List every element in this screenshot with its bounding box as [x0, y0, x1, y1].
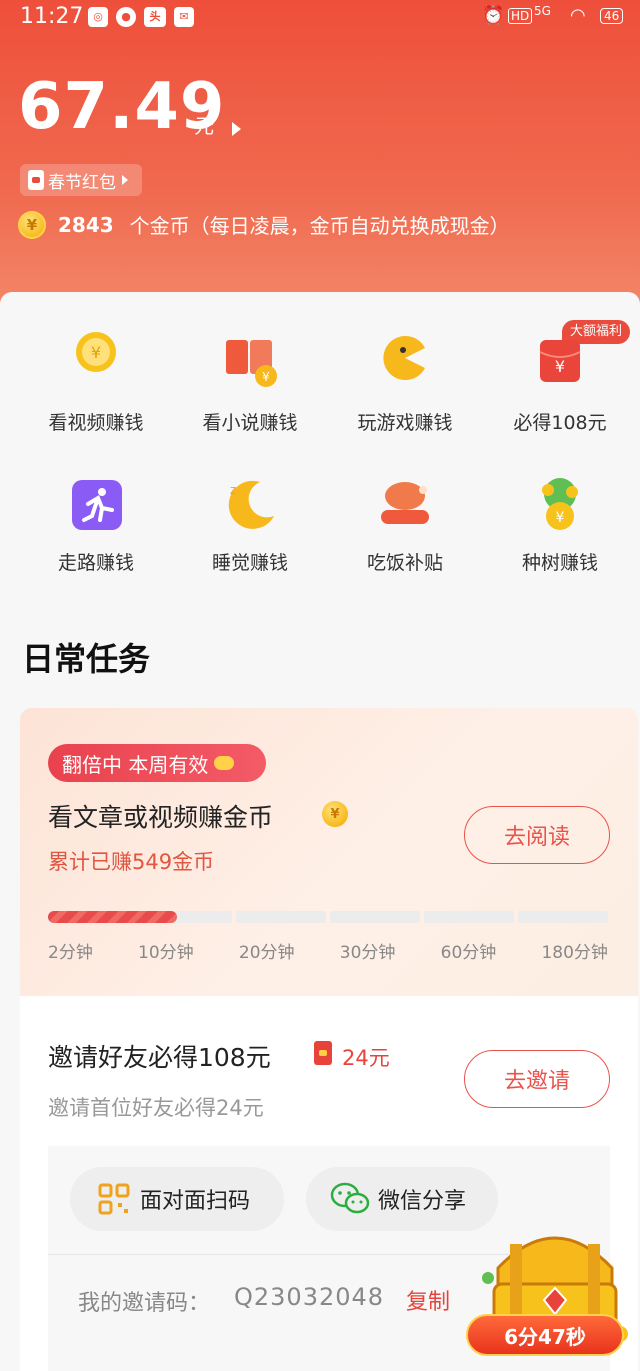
spring-festival-pill[interactable]: 春节红包 [20, 164, 142, 196]
qr-code-icon [98, 1183, 130, 1215]
wallet-header [0, 0, 640, 320]
svg-text:¥: ¥ [555, 357, 565, 376]
red-envelope-icon: ¥ [539, 340, 581, 382]
invite-sub: 邀请首位好友必得24元 [48, 1096, 264, 1120]
task-earned: 累计已赚549金币 [48, 850, 215, 874]
wifi-icon: ◠ [570, 5, 586, 26]
tick-label: 2分钟 [48, 943, 93, 963]
grid-item-walk[interactable]: 走路赚钱 [16, 476, 176, 596]
svg-text:z: z [230, 483, 236, 497]
invite-button[interactable]: 去邀请 [464, 1050, 610, 1108]
hd-icon: HD [508, 8, 533, 24]
grid-label: 看小说赚钱 [202, 412, 298, 434]
run-icon [72, 480, 122, 530]
grid-item-meal[interactable]: 吃饭补贴 [325, 476, 485, 596]
coin-tree-icon: ¥ [542, 478, 578, 530]
mail-app-icon: ✉ [174, 7, 194, 27]
grid-item-video[interactable]: ¥ 看视频赚钱 [16, 330, 176, 450]
red-envelope-icon [314, 1041, 332, 1065]
coin-icon [214, 756, 235, 770]
tick-label: 30分钟 [339, 943, 396, 963]
grid-item-108[interactable]: ¥ 必得108元 [480, 330, 640, 450]
read-button[interactable]: 去阅读 [464, 806, 610, 864]
invite-code-value: Q23032048 [234, 1283, 385, 1311]
spring-pill-label: 春节红包 [48, 172, 116, 193]
moon-icon: z [228, 480, 274, 529]
grid-label: 睡觉赚钱 [211, 552, 288, 574]
tick-label: 180分钟 [541, 943, 608, 963]
status-bar: 11:27 ◎ ● 头 ✉ ⏰ HD 5G ◠ 46 [0, 0, 640, 36]
grid-item-novel[interactable]: ¥ 看小说赚钱 [170, 330, 330, 450]
grid-label: 吃饭补贴 [366, 552, 443, 574]
balance-arrow-icon[interactable] [232, 122, 241, 136]
battery-icon: 46 [600, 8, 624, 24]
copy-button[interactable]: 复制 [406, 1284, 450, 1316]
balance-unit: 元 [194, 114, 214, 138]
status-time: 11:27 [20, 4, 84, 29]
chicken-icon [381, 482, 429, 524]
alarm-icon: ⏰ [482, 5, 505, 26]
progress-segment [236, 911, 326, 923]
app-notification-icon: ◎ [88, 7, 108, 27]
network-label: 5G [534, 4, 551, 18]
coin-count: 2843 [58, 212, 114, 237]
coin-description: 个金币（每日凌晨，金币自动兑换成现金） [129, 214, 510, 238]
tick-label: 20分钟 [238, 943, 295, 963]
message-icon: ● [116, 7, 136, 27]
caret-right-icon [122, 175, 128, 185]
progress-ticks: 2分钟 10分钟 20分钟 30分钟 60分钟 180分钟 [48, 938, 608, 963]
page: 11:27 ◎ ● 头 ✉ ⏰ HD 5G ◠ 46 67.49 元 春节红包 … [0, 0, 640, 1371]
grid-label: 玩游戏赚钱 [357, 412, 453, 434]
tick-label: 60分钟 [440, 943, 497, 963]
invite-title: 邀请好友必得108元 [48, 1043, 271, 1072]
pacman-icon [383, 336, 425, 380]
grid-item-game[interactable]: 玩游戏赚钱 [325, 330, 485, 450]
double-pill: 翻倍中 本周有效 [48, 744, 266, 782]
progress-segment [518, 911, 608, 923]
book-icon: ¥ [226, 340, 277, 387]
scan-label: 面对面扫码 [140, 1189, 251, 1214]
wechat-icon [330, 1182, 370, 1214]
invite-amount: 24元 [342, 1046, 390, 1070]
grid-item-sleep[interactable]: z 睡觉赚钱 [170, 476, 330, 596]
grid-label: 走路赚钱 [57, 552, 134, 574]
double-pill-label: 翻倍中 本周有效 [62, 752, 209, 777]
invite-code-label: 我的邀请码： [78, 1291, 211, 1316]
progress-segment [424, 911, 514, 923]
progress-segment [330, 911, 420, 923]
red-envelope-icon [28, 170, 44, 190]
coin-icon: ¥ [18, 210, 46, 239]
coin-row: ¥ 2843 个金币（每日凌晨，金币自动兑换成现金） [18, 210, 510, 239]
svg-text:¥: ¥ [262, 370, 270, 384]
face-to-face-scan-button[interactable]: 面对面扫码 [70, 1167, 284, 1231]
svg-text:¥: ¥ [556, 510, 565, 526]
news-app-icon: 头 [144, 7, 166, 27]
progress-fill [48, 911, 177, 923]
coin-icon: ¥ [322, 801, 348, 827]
task-title: 看文章或视频赚金币 [48, 803, 274, 832]
grid-label: 看视频赚钱 [48, 412, 144, 434]
svg-text:¥: ¥ [91, 343, 101, 362]
grid-label: 必得108元 [513, 412, 607, 434]
grid-label: 种树赚钱 [521, 552, 598, 574]
coin-video-icon: ¥ [76, 332, 116, 372]
chest-timer[interactable]: 6分47秒 [466, 1314, 624, 1356]
divider [48, 1254, 528, 1255]
section-title: 日常任务 [22, 640, 151, 678]
wechat-label: 微信分享 [378, 1189, 467, 1214]
tick-label: 10分钟 [138, 943, 194, 963]
grid-item-tree[interactable]: ¥ 种树赚钱 [480, 476, 640, 596]
